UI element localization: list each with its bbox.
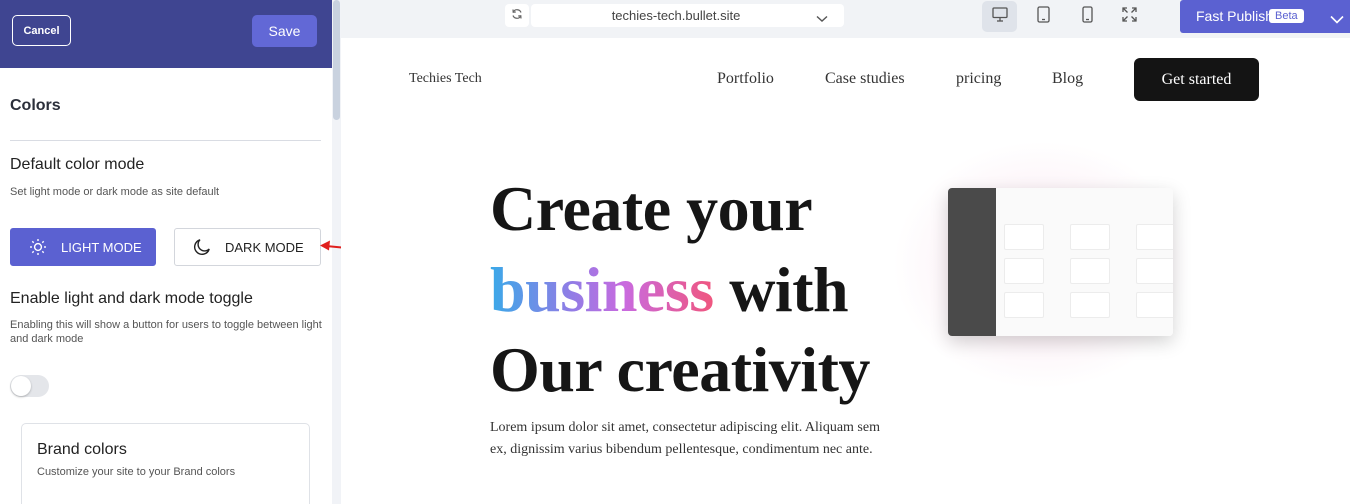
dashboard-preview-sidebar <box>948 188 996 336</box>
default-color-mode-title: Default color mode <box>10 156 145 173</box>
dashboard-preview-image <box>948 188 1173 336</box>
nav-link-case-studies[interactable]: Case studies <box>825 70 905 88</box>
hero-heading-line2: business with <box>490 253 849 327</box>
toggle-setting-desc-line1: Enabling this will show a button for use… <box>10 319 322 331</box>
toggle-setting-desc-line2: and dark mode <box>10 333 84 345</box>
panel-header: Cancel Save <box>0 0 332 68</box>
desktop-icon <box>991 6 1008 27</box>
light-mode-button[interactable]: LIGHT MODE <box>10 228 156 266</box>
hero-paragraph: Lorem ipsum dolor sit amet, consectetur … <box>490 420 880 457</box>
light-dark-toggle-switch[interactable] <box>10 375 49 397</box>
hero-gradient-word: business <box>490 254 714 325</box>
nav-link-pricing[interactable]: pricing <box>956 70 1001 88</box>
fast-publish-label: Fast Publish <box>1196 8 1274 24</box>
site-logo[interactable]: Techies Tech <box>409 71 482 87</box>
beta-badge: Beta <box>1269 9 1304 23</box>
dashboard-preview-main <box>996 188 1173 336</box>
site-url-selector[interactable]: techies-tech.bullet.site <box>531 4 844 27</box>
hero-heading-line1: Create your <box>490 173 813 244</box>
hero-heading-line3: Our creativity <box>490 334 870 405</box>
desktop-view-button[interactable] <box>982 1 1017 32</box>
dark-mode-label: DARK MODE <box>225 239 304 255</box>
nav-link-portfolio[interactable]: Portfolio <box>717 70 774 88</box>
expand-icon <box>1122 6 1137 27</box>
divider <box>10 140 321 141</box>
settings-panel: Cancel Save Colors Default color mode Se… <box>0 0 332 504</box>
mobile-icon <box>1082 5 1093 28</box>
sun-icon <box>29 238 47 256</box>
default-color-mode-desc: Set light mode or dark mode as site defa… <box>10 186 220 198</box>
get-started-button[interactable]: Get started <box>1134 58 1259 101</box>
light-mode-label: LIGHT MODE <box>61 239 142 255</box>
refresh-icon <box>511 7 523 25</box>
tablet-view-button[interactable] <box>1026 1 1061 32</box>
toggle-knob <box>11 376 31 396</box>
chevron-down-icon[interactable] <box>1330 11 1344 29</box>
save-button[interactable]: Save <box>252 15 317 47</box>
dark-mode-button[interactable]: DARK MODE <box>174 228 321 266</box>
brand-colors-title: Brand colors <box>37 441 127 458</box>
toggle-setting-title: Enable light and dark mode toggle <box>10 290 253 307</box>
fast-publish-button[interactable]: Fast Publish Beta <box>1180 0 1350 33</box>
brand-colors-desc: Customize your site to your Brand colors <box>37 466 236 478</box>
moon-icon <box>193 238 211 256</box>
section-title-colors: Colors <box>10 97 61 114</box>
brand-colors-card[interactable]: Brand colors Customize your site to your… <box>21 423 310 504</box>
chevron-down-icon <box>816 10 828 28</box>
cancel-button[interactable]: Cancel <box>12 15 71 46</box>
site-url-text: techies-tech.bullet.site <box>611 8 741 23</box>
fullscreen-button[interactable] <box>1112 1 1147 32</box>
tablet-icon <box>1037 5 1050 28</box>
mobile-view-button[interactable] <box>1070 1 1105 32</box>
refresh-button[interactable] <box>505 4 529 27</box>
panel-scrollbar-thumb[interactable] <box>333 0 340 120</box>
hero-heading-line2-rest: with <box>713 254 849 325</box>
nav-link-blog[interactable]: Blog <box>1052 70 1083 88</box>
